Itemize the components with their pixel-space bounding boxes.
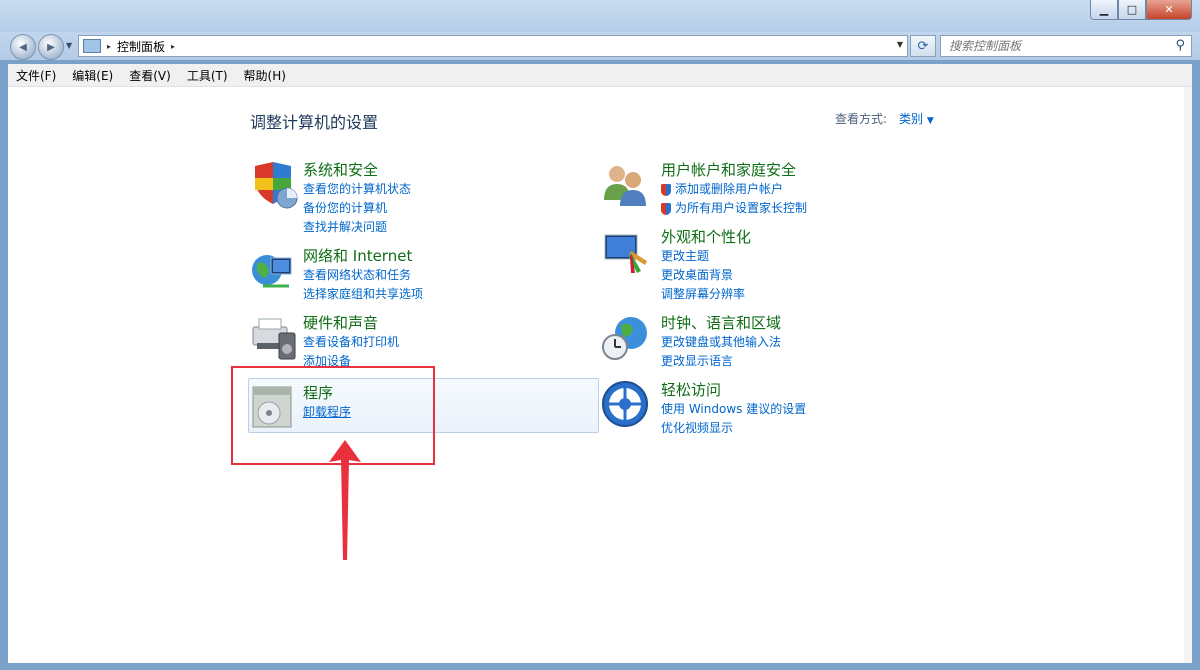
view-by-dropdown[interactable]: 类别 ▼ bbox=[899, 110, 934, 127]
menu-edit[interactable]: 编辑(E) bbox=[64, 67, 121, 84]
refresh-button[interactable]: ⟳ bbox=[910, 35, 936, 57]
scrollbar-track[interactable] bbox=[1184, 87, 1192, 663]
back-button[interactable]: ◀ bbox=[10, 34, 36, 60]
link-recommended-settings[interactable]: 使用 Windows 建议的设置 bbox=[661, 400, 806, 419]
uac-shield-icon bbox=[661, 202, 671, 215]
dropdown-arrow-icon: ▼ bbox=[926, 116, 934, 126]
link-homegroup-sharing[interactable]: 选择家庭组和共享选项 bbox=[303, 285, 423, 304]
link-parental-controls[interactable]: 为所有用户设置家长控制 bbox=[661, 199, 807, 218]
forward-arrow-icon: ▶ bbox=[47, 41, 55, 53]
link-change-background[interactable]: 更改桌面背景 bbox=[661, 266, 751, 285]
address-dropdown-icon[interactable]: ▼ bbox=[897, 40, 903, 49]
title-bar: ▁ □ ✕ bbox=[0, 0, 1200, 32]
link-change-input-method[interactable]: 更改键盘或其他输入法 bbox=[661, 333, 781, 352]
link-screen-resolution[interactable]: 调整屏幕分辨率 bbox=[661, 285, 751, 304]
control-panel-icon bbox=[83, 39, 101, 53]
view-by-label: 查看方式: bbox=[835, 112, 888, 126]
uac-shield-icon bbox=[661, 183, 671, 196]
category-appearance: 外观和个性化 更改主题 更改桌面背景 调整屏幕分辨率 bbox=[601, 227, 751, 304]
ease-of-access-icon bbox=[601, 380, 661, 434]
search-box[interactable]: ⚲ bbox=[940, 35, 1192, 57]
breadcrumb-separator[interactable]: ▸ bbox=[107, 42, 111, 51]
link-change-theme[interactable]: 更改主题 bbox=[661, 247, 751, 266]
minimize-button[interactable]: ▁ bbox=[1090, 0, 1118, 20]
breadcrumb-control-panel[interactable]: 控制面板 bbox=[117, 38, 165, 55]
network-globe-icon bbox=[249, 246, 303, 300]
link-devices-printers[interactable]: 查看设备和打印机 bbox=[303, 333, 399, 352]
clock-globe-icon bbox=[601, 313, 661, 367]
category-hardware-sound: 硬件和声音 查看设备和打印机 添加设备 bbox=[249, 313, 399, 371]
window-controls: ▁ □ ✕ bbox=[1090, 0, 1192, 20]
category-title-clock-language[interactable]: 时钟、语言和区域 bbox=[661, 313, 781, 333]
search-icon[interactable]: ⚲ bbox=[1175, 38, 1185, 53]
category-title-user-accounts[interactable]: 用户帐户和家庭安全 bbox=[661, 160, 807, 180]
page-title: 调整计算机的设置 bbox=[250, 113, 379, 132]
category-title-hardware-sound[interactable]: 硬件和声音 bbox=[303, 313, 399, 333]
category-title-network-internet[interactable]: 网络和 Internet bbox=[303, 246, 423, 266]
category-system-security: 系统和安全 查看您的计算机状态 备份您的计算机 查找并解决问题 bbox=[249, 160, 411, 237]
breadcrumb-separator[interactable]: ▸ bbox=[171, 42, 175, 51]
category-title-ease-of-access[interactable]: 轻松访问 bbox=[661, 380, 806, 400]
recent-pages-dropdown[interactable]: ▼ bbox=[66, 41, 72, 50]
menu-bar: 文件(F) 编辑(E) 查看(V) 工具(T) 帮助(H) bbox=[8, 64, 1192, 87]
link-troubleshoot[interactable]: 查找并解决问题 bbox=[303, 218, 411, 237]
category-clock-language: 时钟、语言和区域 更改键盘或其他输入法 更改显示语言 bbox=[601, 313, 781, 371]
appearance-monitor-icon bbox=[601, 227, 661, 281]
menu-help[interactable]: 帮助(H) bbox=[236, 67, 294, 84]
refresh-icon: ⟳ bbox=[917, 38, 929, 54]
forward-button[interactable]: ▶ bbox=[38, 34, 64, 60]
content-area bbox=[8, 87, 1184, 663]
category-network-internet: 网络和 Internet 查看网络状态和任务 选择家庭组和共享选项 bbox=[249, 246, 423, 304]
address-bar[interactable]: ▸ 控制面板 ▸ ▼ bbox=[78, 35, 908, 57]
link-view-computer-status[interactable]: 查看您的计算机状态 bbox=[303, 180, 411, 199]
menu-tools[interactable]: 工具(T) bbox=[179, 67, 236, 84]
maximize-button[interactable]: □ bbox=[1118, 0, 1146, 20]
category-user-accounts: 用户帐户和家庭安全 添加或删除用户帐户 为所有用户设置家长控制 bbox=[601, 160, 807, 218]
back-arrow-icon: ◀ bbox=[19, 41, 27, 53]
close-button[interactable]: ✕ bbox=[1146, 0, 1192, 20]
category-title-system-security[interactable]: 系统和安全 bbox=[303, 160, 411, 180]
annotation-arrow bbox=[329, 440, 361, 560]
menu-file[interactable]: 文件(F) bbox=[8, 67, 64, 84]
shield-icon bbox=[249, 160, 303, 214]
link-optimize-visual-display[interactable]: 优化视频显示 bbox=[661, 419, 806, 438]
link-backup-computer[interactable]: 备份您的计算机 bbox=[303, 199, 411, 218]
users-icon bbox=[601, 160, 661, 214]
search-input[interactable] bbox=[941, 38, 1161, 54]
link-change-display-language[interactable]: 更改显示语言 bbox=[661, 352, 781, 371]
category-title-appearance[interactable]: 外观和个性化 bbox=[661, 227, 751, 247]
printer-icon bbox=[249, 313, 303, 367]
menu-view[interactable]: 查看(V) bbox=[121, 67, 179, 84]
category-ease-of-access: 轻松访问 使用 Windows 建议的设置 优化视频显示 bbox=[601, 380, 806, 438]
link-network-status[interactable]: 查看网络状态和任务 bbox=[303, 266, 423, 285]
link-add-remove-accounts[interactable]: 添加或删除用户帐户 bbox=[661, 180, 807, 199]
